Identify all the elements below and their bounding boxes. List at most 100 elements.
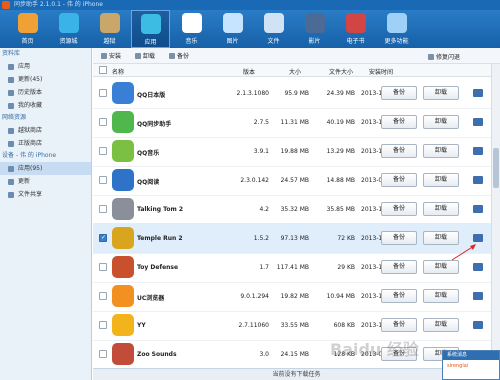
uninstall-label: 卸载 [143, 53, 156, 60]
folder-icon[interactable] [473, 263, 483, 271]
column-header-name[interactable]: 名称 [112, 67, 124, 76]
backup-icon [169, 52, 176, 59]
table-row[interactable]: UC浏览器 9.0.1.294 19.82 MB 10.94 MB 2013-12-03… [93, 281, 491, 312]
app-version: 3.9.1 [253, 148, 269, 155]
uninstall-app-button[interactable]: 卸载 [423, 318, 459, 332]
app-name: YY [137, 322, 146, 329]
select-all-checkbox[interactable] [99, 66, 107, 74]
folder-icon[interactable] [473, 321, 483, 329]
uninstall-app-button[interactable]: 卸载 [423, 231, 459, 245]
table-row[interactable]: QQ音乐 3.9.1 19.88 MB 13.29 MB 2013-12-04 备份 卸载 [93, 136, 491, 167]
row-checkbox[interactable] [99, 292, 107, 300]
sidebar-item-history[interactable]: 历史版本 [0, 86, 91, 99]
app-icon [112, 343, 134, 365]
backup-app-button[interactable]: 备份 [381, 260, 417, 274]
uninstall-app-button[interactable]: 卸载 [423, 144, 459, 158]
app-version: 1.5.2 [253, 235, 269, 242]
folder-icon[interactable] [473, 118, 483, 126]
sidebar-item-label: 我的收藏 [18, 102, 43, 109]
toolbar-store[interactable]: 资源城 [49, 10, 88, 48]
folder-icon[interactable] [473, 89, 483, 97]
sidebar-item-device-updates[interactable]: 更新 [0, 175, 91, 188]
sidebar-item-file-sharing[interactable]: 文件共享 [0, 188, 91, 201]
uninstall-app-button[interactable]: 卸载 [423, 115, 459, 129]
scrollbar-thumb[interactable] [493, 148, 499, 188]
row-checkbox[interactable] [99, 350, 107, 358]
row-checkbox[interactable] [99, 321, 107, 329]
backup-app-button[interactable]: 备份 [381, 318, 417, 332]
toolbar-photo[interactable]: 图片 [213, 10, 252, 48]
toolbar-ebook[interactable]: 电子书 [336, 10, 375, 48]
row-checkbox[interactable] [99, 147, 107, 155]
backup-app-button[interactable]: 备份 [381, 86, 417, 100]
uninstall-app-button[interactable]: 卸载 [423, 86, 459, 100]
toolbar-file[interactable]: 文件 [254, 10, 293, 48]
column-header-size[interactable]: 大小 [289, 67, 301, 76]
folder-icon[interactable] [473, 176, 483, 184]
backup-app-button[interactable]: 备份 [381, 144, 417, 158]
sidebar-item-official-store[interactable]: 正版商店 [0, 137, 91, 150]
backup-button[interactable]: 备份 [169, 51, 189, 60]
toolbar-movie[interactable]: 影片 [295, 10, 334, 48]
sidebar-item-apps[interactable]: 应用 [0, 60, 91, 73]
table-row[interactable]: QQ同步助手 2.7.5 11.31 MB 40.19 MB 2013-11-10 备份卸… [93, 107, 491, 138]
trash-icon [135, 52, 142, 59]
notification-popup[interactable]: 系统消息 sirenglai [442, 350, 500, 380]
folder-icon[interactable] [473, 292, 483, 300]
table-row[interactable]: YY 2.7.11060 33.55 MB 608 KB 2013-11-28 备份 卸载 [93, 310, 491, 341]
row-checkbox[interactable] [99, 89, 107, 97]
table-row[interactable]: Talking Tom 2 4.2 35.32 MB 35.85 MB 2013-11-… [93, 194, 491, 225]
uninstall-app-button[interactable]: 卸载 [423, 202, 459, 216]
app-version: 1.7 [259, 264, 269, 271]
toolbar-jailbreak[interactable]: 越狱 [90, 10, 129, 48]
folder-icon[interactable] [473, 205, 483, 213]
table-row[interactable]: QQ日本版 2.1.3.1080 95.9 MB 24.39 MB 2013-11-01… [93, 78, 491, 109]
row-checkbox[interactable] [99, 176, 107, 184]
table-row[interactable]: Toy Defense 1.7 117.41 MB 29 KB 2013-10-26 备份… [93, 252, 491, 283]
app-size: 19.82 MB [280, 293, 309, 300]
column-header-version[interactable]: 版本 [243, 67, 255, 76]
backup-app-button[interactable]: 备份 [381, 173, 417, 187]
toolbar-label: 越狱 [103, 38, 116, 45]
toolbar-music[interactable]: 音乐 [172, 10, 211, 48]
backup-app-button[interactable]: 备份 [381, 289, 417, 303]
history-icon [8, 89, 14, 96]
app-icon [112, 111, 134, 133]
table-row[interactable]: Zoo Sounds 3.0 24.15 MB 128 KB 2013-08-16 备份卸… [93, 339, 491, 368]
toolbar-home[interactable]: 首页 [8, 10, 47, 48]
uninstall-app-button[interactable]: 卸载 [423, 289, 459, 303]
table-row[interactable]: QQ阅读 2.3.0.142 24.57 MB 14.88 MB 2013-08-16 备… [93, 165, 491, 196]
row-checkbox[interactable] [99, 118, 107, 126]
uninstall-app-button[interactable]: 卸载 [423, 260, 459, 274]
row-checkbox[interactable] [99, 205, 107, 213]
backup-app-button[interactable]: 备份 [381, 115, 417, 129]
column-header-install-time[interactable]: 安装时间 [369, 67, 393, 76]
app-version: 3.0 [259, 351, 269, 358]
toolbar-apps[interactable]: 应用 [131, 10, 170, 48]
vertical-scrollbar[interactable] [491, 64, 500, 368]
sidebar-item-jb-store[interactable]: 越狱商店 [0, 124, 91, 137]
toolbar-label: 资源城 [59, 38, 78, 45]
repair-crash-button[interactable]: 修复闪退 [427, 52, 460, 61]
sidebar-item-device-apps[interactable]: 应用(95) [0, 162, 91, 175]
app-size: 11.31 MB [280, 119, 309, 126]
uninstall-button[interactable]: 卸载 [135, 51, 155, 60]
notification-body: sirenglai [447, 363, 469, 369]
row-checkbox[interactable] [99, 234, 107, 242]
row-checkbox[interactable] [99, 263, 107, 271]
toolbar-more[interactable]: 更多功能 [377, 10, 416, 48]
column-header-file-size[interactable]: 文件大小 [329, 67, 353, 76]
table-row[interactable]: Temple Run 21.5.297.13 MB72 KB2013-11-10… [93, 223, 491, 254]
install-icon [101, 52, 107, 59]
status-bar: 当前没有下载任务 [93, 368, 500, 380]
sidebar-item-updates[interactable]: 更新(45) [0, 73, 91, 86]
folder-icon[interactable] [473, 147, 483, 155]
folder-icon[interactable] [473, 234, 483, 242]
uninstall-app-button[interactable]: 卸载 [423, 173, 459, 187]
sidebar-item-favorites[interactable]: 我的收藏 [0, 99, 91, 112]
backup-app-button[interactable]: 备份 [381, 231, 417, 245]
install-button[interactable]: 安装 [101, 51, 121, 60]
backup-app-button[interactable]: 备份 [381, 202, 417, 216]
app-size: 19.88 MB [280, 148, 309, 155]
app-size: 24.15 MB [280, 351, 309, 358]
